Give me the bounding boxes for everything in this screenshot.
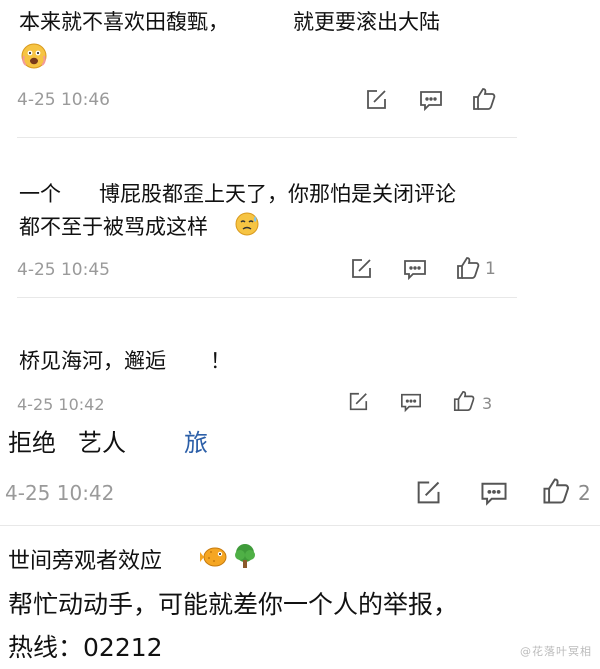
divider (17, 297, 517, 298)
comment-4-part-c: 旅 (184, 429, 208, 457)
comment-icon[interactable] (399, 391, 423, 413)
comment-3-timestamp: 4-25 10:42 (17, 395, 105, 414)
sweat-face-emoji-icon (234, 211, 260, 241)
comment-1-text: 本来就不喜欢田馥甄， 就更要滚出大陆 (19, 6, 440, 36)
comment-5-line3-label: 热线： (8, 633, 84, 662)
comment-3-part-b: ！ (210, 349, 231, 373)
like-count: 1 (485, 259, 496, 279)
like-icon[interactable] (455, 255, 481, 281)
comment-5-line1: 世间旁观者效应 (8, 549, 163, 574)
comment-5-text-line2: 帮忙动动手，可能就差你一个人的举报， (8, 585, 458, 621)
comment-icon[interactable] (418, 88, 444, 112)
like-icon[interactable] (541, 476, 571, 506)
share-icon[interactable] (347, 391, 369, 413)
share-icon[interactable] (349, 257, 373, 281)
comment-2-line2: 都不至于被骂成这样 (19, 215, 208, 239)
like-count: 3 (482, 394, 493, 413)
divider (17, 137, 517, 138)
comment-1-part-a: 本来就不喜欢田馥甄， (19, 10, 229, 34)
comment-3-text: 桥见海河，邂逅 ！ (19, 345, 231, 375)
like-icon[interactable] (452, 389, 476, 413)
comment-2-part-a: 一个 (19, 182, 61, 206)
tree-emoji-icon (232, 543, 258, 573)
comment-4-part-a: 拒绝 (8, 429, 56, 457)
divider (0, 525, 600, 526)
comment-5-text-line1: 世间旁观者效应 (8, 543, 162, 575)
comment-2-text-line2: 都不至于被骂成这样 (19, 211, 208, 241)
comment-4-text: 拒绝 艺人 旅 (8, 423, 208, 458)
comment-2-text-line1: 一个 博屁股都歪上天了，你那怕是关闭评论 (19, 178, 456, 208)
scared-face-emoji-icon (20, 42, 48, 74)
comment-4-part-b: 艺人 (78, 429, 126, 457)
hotline-number: 02212 (83, 633, 163, 662)
comment-5-text-line3: 热线：02212 (8, 628, 163, 664)
comment-icon[interactable] (402, 257, 428, 281)
comment-1-timestamp: 4-25 10:46 (17, 90, 110, 110)
share-icon[interactable] (364, 88, 388, 112)
comment-4-timestamp: 4-25 10:42 (5, 481, 115, 505)
comment-3-part-a: 桥见海河，邂逅 (19, 349, 166, 373)
comment-1-part-b: 就更要滚出大陆 (293, 10, 440, 34)
comment-icon[interactable] (479, 479, 509, 507)
watermark: @花落叶冥相 (520, 645, 592, 658)
comment-5-line2: 帮忙动动手，可能就差你一个人的举报， (8, 590, 459, 619)
like-count: 2 (578, 481, 591, 505)
share-icon[interactable] (414, 479, 442, 507)
like-icon[interactable] (471, 86, 497, 112)
comment-2-timestamp: 4-25 10:45 (17, 260, 110, 280)
comment-2-part-b: 博屁股都歪上天了，你那怕是关闭评论 (99, 182, 456, 206)
pufferfish-emoji-icon (200, 543, 230, 573)
